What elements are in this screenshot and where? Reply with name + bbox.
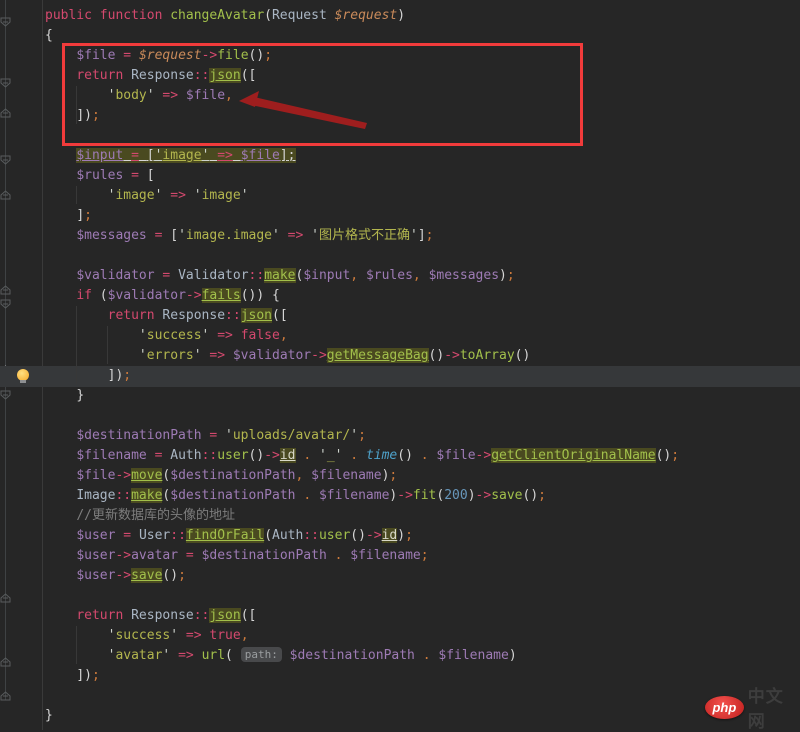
code-editor[interactable]: public function changeAvatar(Request $re… <box>0 0 800 732</box>
code-line: 'errors' => $validator->getMessageBag()-… <box>138 348 531 363</box>
code-line: 'image' => 'image' <box>107 188 249 203</box>
code-line: $user->save(); <box>76 568 186 583</box>
code-line: 'body' => $file, <box>107 88 233 103</box>
code-line: return Response::json([ <box>107 308 288 323</box>
code-line: $user->avatar = $destinationPath . $file… <box>76 548 429 563</box>
php-logo-icon: php <box>705 695 744 719</box>
code-line: $user = User::findOrFail(Auth::user()->i… <box>76 528 413 543</box>
code-line: //更新数据库的头像的地址 <box>76 508 235 523</box>
watermark-text: 中文网 <box>747 687 784 732</box>
code-line: if ($validator->fails()) { <box>76 288 280 303</box>
code-line: $filename = Auth::user()->id . '_' . tim… <box>76 448 680 463</box>
code-line: ]); <box>76 108 100 123</box>
intention-bulb-icon[interactable] <box>17 369 29 383</box>
code-line: ]); <box>107 368 132 383</box>
code-line: { <box>45 28 53 43</box>
code-line: 'success' => false, <box>138 328 288 343</box>
code-line: $input = ['image' => $file]; <box>76 148 296 163</box>
watermark: php 中文网 <box>705 687 800 732</box>
code-line: return Response::json([ <box>76 68 257 83</box>
code-line: } <box>76 388 85 403</box>
code-line: $destinationPath = 'uploads/avatar/'; <box>76 428 366 443</box>
code-line: $file = $request->file(); <box>76 48 273 63</box>
code-line: public function changeAvatar(Request $re… <box>45 8 406 23</box>
code-line: $file->move($destinationPath, $filename)… <box>76 468 398 483</box>
code-line: return Response::json([ <box>76 608 257 623</box>
code-line: $messages = ['image.image' => '图片格式不正确']… <box>76 228 434 243</box>
code-line: ]; <box>76 208 92 223</box>
code-line: 'avatar' => url( path: $destinationPath … <box>107 647 517 663</box>
code-line: 'success' => true, <box>107 628 249 643</box>
code-line: ]); <box>76 668 100 683</box>
code-text-area[interactable]: public function changeAvatar(Request $re… <box>0 6 800 726</box>
code-line: $validator = Validator::make($input, $ru… <box>76 268 515 283</box>
code-line: $rules = [ <box>76 168 155 183</box>
code-line: Image::make($destinationPath . $filename… <box>76 488 546 503</box>
code-line: } <box>45 708 53 723</box>
